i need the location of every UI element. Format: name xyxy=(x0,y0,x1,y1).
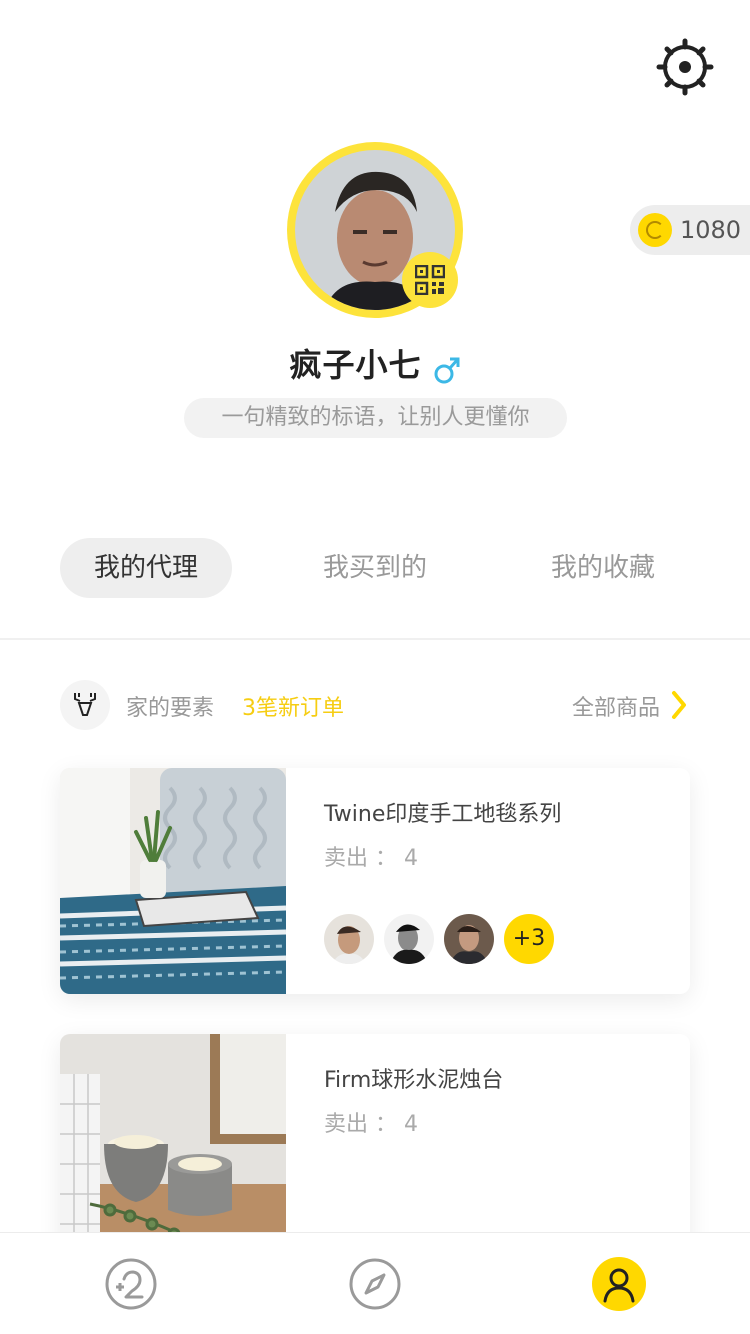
product-title: Twine印度手工地毯系列 xyxy=(324,802,562,827)
user-icon xyxy=(592,1257,646,1311)
coin-count: 1080 xyxy=(680,216,742,244)
buyer-avatars: +3 xyxy=(324,914,554,964)
coin-balance[interactable]: 1080 xyxy=(630,205,750,255)
product-image xyxy=(60,768,287,994)
settings-button[interactable] xyxy=(655,37,715,97)
new-orders-link[interactable]: 3笔新订单 xyxy=(242,690,344,722)
buyer-avatar[interactable] xyxy=(324,914,374,964)
tab-my-favorites[interactable]: 我的收藏 xyxy=(518,538,688,598)
deer-icon[interactable] xyxy=(60,680,110,730)
divider xyxy=(0,638,750,640)
tabbar-profile[interactable] xyxy=(592,1257,646,1311)
chevron-right-icon[interactable] xyxy=(666,690,690,720)
motto-field[interactable]: 一句精致的标语，让别人更懂你 xyxy=(184,398,567,438)
refresh-plus-icon xyxy=(105,1258,157,1310)
tab-my-agency[interactable]: 我的代理 xyxy=(60,538,232,598)
compass-icon xyxy=(349,1258,401,1310)
qr-code-icon xyxy=(415,265,445,295)
product-title: Firm球形水泥烛台 xyxy=(324,1068,504,1093)
coin-icon xyxy=(638,213,672,247)
product-card[interactable]: Firm球形水泥烛台 卖出 ： 4 xyxy=(60,1034,690,1260)
buyer-avatar[interactable] xyxy=(384,914,434,964)
shop-name[interactable]: 家的要素 xyxy=(126,690,214,722)
shop-header: 家的要素 3笔新订单 全部商品 xyxy=(60,680,690,732)
username: 疯子小七 xyxy=(289,346,422,384)
tab-my-purchases[interactable]: 我买到的 xyxy=(290,538,460,598)
buyer-avatar[interactable] xyxy=(444,914,494,964)
tabbar-discover[interactable] xyxy=(348,1257,402,1311)
product-sold-count: 卖出 ： 4 xyxy=(324,846,418,871)
product-card[interactable]: Twine印度手工地毯系列 卖出 ： 4 +3 xyxy=(60,768,690,994)
profile-name-row: 疯子小七 xyxy=(0,340,750,389)
more-buyers-badge[interactable]: +3 xyxy=(504,914,554,964)
product-sold-count: 卖出 ： 4 xyxy=(324,1112,418,1137)
tabbar-home[interactable] xyxy=(104,1257,158,1311)
product-image xyxy=(60,1034,286,1260)
profile-tabs: 我的代理 我买到的 我的收藏 xyxy=(0,538,750,598)
settings-gear-icon xyxy=(656,38,714,96)
all-products-link[interactable]: 全部商品 xyxy=(572,690,660,722)
bottom-tab-bar xyxy=(0,1232,750,1334)
qr-code-button[interactable] xyxy=(402,252,458,308)
male-icon xyxy=(433,355,461,389)
